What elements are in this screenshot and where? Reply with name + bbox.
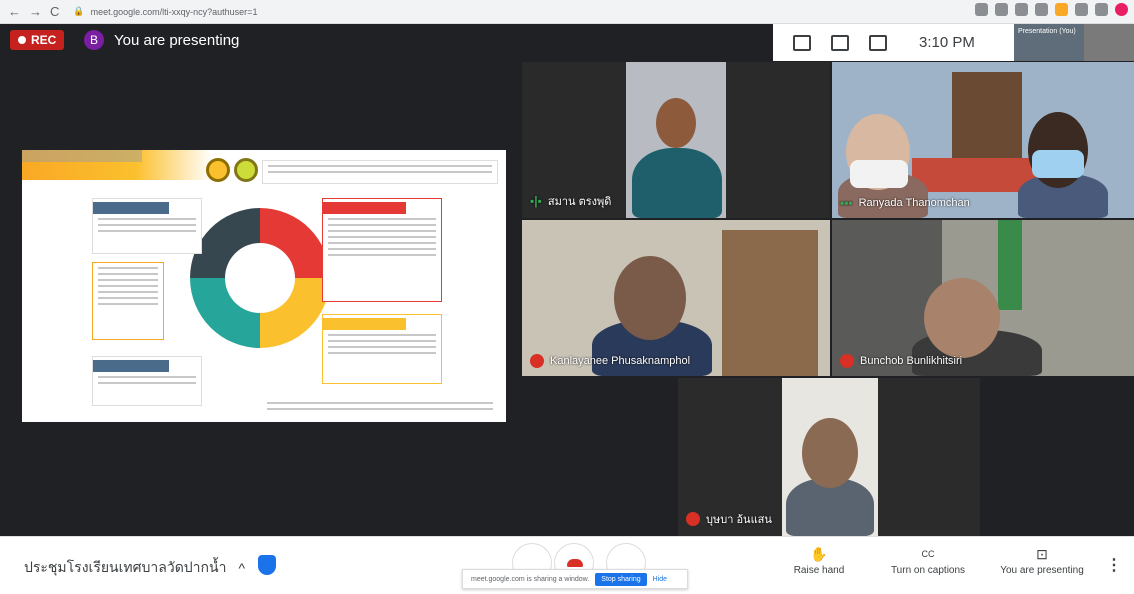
share-notice-text: meet.google.com is sharing a window. — [471, 575, 590, 583]
participant-video — [632, 148, 722, 218]
present-now-button[interactable]: ⊡ You are presenting — [996, 543, 1088, 576]
captions-label: Turn on captions — [890, 565, 966, 576]
presentation-thumb-label: Presentation (You) — [1014, 24, 1084, 61]
participant-label: บุษบา อ้นแสน — [686, 510, 772, 528]
speaking-icon: ••• — [840, 196, 853, 210]
participant-name: Ranyada Thanomchan — [858, 197, 970, 209]
clock: 3:10 PM — [919, 34, 975, 51]
present-label: You are presenting — [1000, 565, 1084, 576]
camera-thumb — [1084, 24, 1134, 61]
participant-tile[interactable]: ••• Ranyada Thanomchan — [832, 62, 1134, 218]
presenting-text: You are presenting — [114, 31, 240, 49]
extension-icon[interactable] — [1075, 3, 1088, 16]
participant-label: ••• Ranyada Thanomchan — [840, 196, 970, 210]
rec-label: REC — [31, 33, 57, 47]
slide-header-stripe — [22, 150, 142, 162]
forward-button[interactable]: → — [29, 4, 42, 19]
participant-face — [656, 98, 696, 148]
more-options-icon[interactable]: ⋮ — [1106, 555, 1122, 575]
raise-hand-button[interactable]: ✋ Raise hand — [784, 543, 854, 576]
chevron-up-icon: ^ — [238, 560, 246, 576]
municipal-emblem-icon — [234, 158, 258, 182]
captions-button[interactable]: CC Turn on captions — [880, 543, 976, 576]
bookshelf — [722, 230, 818, 376]
participant-tile[interactable]: Bunchob Bunlikhitsiri — [832, 220, 1134, 376]
raise-hand-label: Raise hand — [793, 565, 845, 576]
hide-button[interactable]: Hide — [653, 576, 667, 583]
mic-off-icon — [840, 354, 854, 368]
participant-tile[interactable]: ▪|▪ สมาน ตรงพุดิ — [522, 62, 830, 218]
present-icon: ⊡ — [1036, 546, 1048, 562]
participant-label: Kanlayanee Phusaknamphol — [530, 354, 690, 368]
sharing-notification: meet.google.com is sharing a window. Sto… — [462, 569, 688, 589]
layout-icon[interactable] — [793, 34, 811, 51]
star-icon[interactable] — [1015, 3, 1028, 16]
participant-name: Kanlayanee Phusaknamphol — [550, 355, 691, 367]
hand-icon: ✋ — [810, 546, 828, 562]
profile-avatar[interactable] — [1115, 3, 1128, 16]
captions-icon: CC — [921, 549, 935, 559]
mic-off-icon — [530, 354, 544, 368]
presenting-indicator: B You are presenting — [84, 30, 239, 50]
meeting-details[interactable]: ประชุมโรงเรียนเทศบาลวัดปากน้ำ ^ — [24, 557, 245, 579]
stop-sharing-button[interactable]: Stop sharing — [595, 572, 647, 586]
extension-icon[interactable] — [1035, 3, 1048, 16]
slide-box-right — [322, 314, 442, 384]
school-emblem-icon — [206, 158, 230, 182]
participant-tile[interactable]: Kanlayanee Phusaknamphol — [522, 220, 830, 376]
face-mask-2 — [1032, 150, 1084, 178]
participant-face — [614, 256, 686, 340]
security-shield-icon[interactable] — [258, 555, 276, 575]
participant-face — [924, 278, 1000, 358]
slides-extension-icon[interactable] — [1055, 3, 1068, 16]
slide-footer-text — [262, 398, 498, 416]
slide-box-top-left — [92, 198, 202, 254]
slide-box-list — [92, 262, 164, 340]
meeting-stage: REC B You are presenting 3:10 PM Present… — [0, 24, 1134, 536]
participant-name: บุษบา อ้นแสน — [706, 514, 772, 526]
participant-face — [802, 418, 858, 488]
speaking-icon: ▪|▪ — [530, 194, 542, 208]
slide-box-top-right — [322, 198, 442, 302]
browser-toolbar: ← → C 🔒 meet.google.com/lti-xxqy-ncy?aut… — [0, 0, 1134, 24]
puzzle-icon[interactable] — [1095, 3, 1108, 16]
presenter-avatar: B — [84, 30, 104, 50]
hand-plant-icon — [225, 243, 295, 313]
face-mask — [850, 160, 908, 188]
participant-tile[interactable]: บุษบา อ้นแสน — [678, 378, 980, 536]
participant-label: ▪|▪ สมาน ตรงพุดิ — [530, 192, 611, 210]
meeting-topbar: 3:10 PM Presentation (You) — [773, 24, 1134, 61]
slide-cycle-diagram — [190, 208, 330, 348]
slide-intro-text — [262, 160, 498, 184]
extensions-bar — [975, 3, 1128, 16]
chat-icon[interactable] — [869, 34, 887, 51]
shared-presentation — [22, 150, 506, 422]
participant-label: Bunchob Bunlikhitsiri — [840, 354, 962, 368]
green-banner — [998, 220, 1022, 310]
back-button[interactable]: ← — [8, 4, 21, 19]
record-dot-icon — [18, 36, 26, 44]
people-icon[interactable] — [831, 34, 849, 51]
self-view-thumbnail[interactable]: Presentation (You) — [1014, 24, 1134, 61]
recording-badge: REC — [10, 30, 65, 50]
address-bar[interactable]: meet.google.com/lti-xxqy-ncy?authuser=1 — [91, 7, 258, 17]
meeting-name: ประชุมโรงเรียนเทศบาลวัดปากน้ำ — [24, 559, 227, 575]
mic-off-icon — [686, 512, 700, 526]
lock-icon: 🔒 — [73, 6, 85, 16]
slide-box-bottom-left — [92, 356, 202, 406]
meeting-controls-bar: ประชุมโรงเรียนเทศบาลวัดปากน้ำ ^ meet.goo… — [0, 536, 1134, 594]
reload-button[interactable]: C — [50, 4, 59, 19]
cast-icon[interactable] — [975, 3, 988, 16]
participant-name: สมาน ตรงพุดิ — [547, 196, 612, 208]
zoom-icon[interactable] — [995, 3, 1008, 16]
participant-name: Bunchob Bunlikhitsiri — [860, 355, 963, 367]
